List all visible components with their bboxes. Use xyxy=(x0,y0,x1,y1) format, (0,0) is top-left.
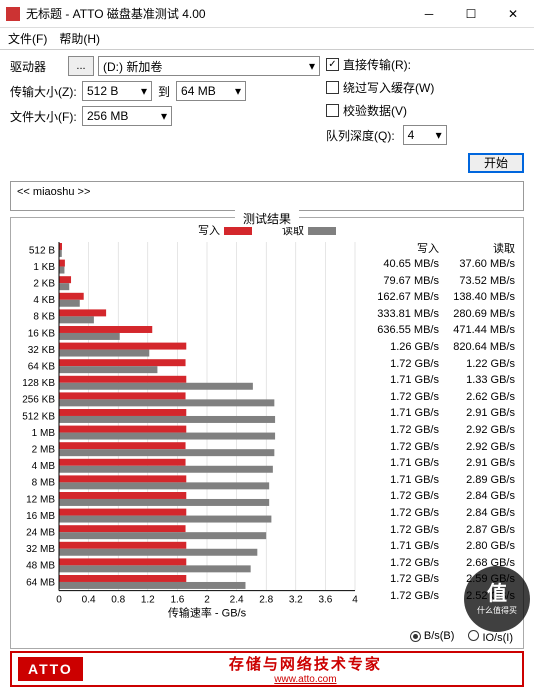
close-button[interactable]: ✕ xyxy=(492,0,534,28)
xfer-from-select[interactable]: 512 B▾ xyxy=(82,81,152,101)
window-title: 无标题 - ATTO 磁盘基准测试 4.00 xyxy=(26,5,408,22)
footer-url[interactable]: www.atto.com xyxy=(89,674,522,685)
minimize-button[interactable]: ─ xyxy=(408,0,450,28)
footer-banner: ATTO 存储与网络技术专家 www.atto.com xyxy=(10,651,524,687)
svg-text:512 KB: 512 KB xyxy=(22,411,55,422)
table-row: 1.72 GB/s1.22 GB/s xyxy=(369,356,521,373)
table-row: 1.72 GB/s2.92 GB/s xyxy=(369,439,521,456)
table-row: 1.71 GB/s2.89 GB/s xyxy=(369,472,521,489)
table-row: 1.72 GB/s2.62 GB/s xyxy=(369,389,521,406)
to-label: 到 xyxy=(158,83,170,100)
table-row: 162.67 MB/s138.40 MB/s xyxy=(369,289,521,306)
svg-text:8 KB: 8 KB xyxy=(33,312,55,323)
svg-text:3.2: 3.2 xyxy=(289,595,303,606)
table-row: 1.72 GB/s2.84 GB/s xyxy=(369,505,521,522)
svg-text:48 MB: 48 MB xyxy=(26,561,55,572)
drive-label: 驱动器 xyxy=(10,58,68,75)
svg-text:32 MB: 32 MB xyxy=(26,544,55,555)
unit-bs-radio[interactable]: B/s(B) xyxy=(410,630,455,644)
svg-text:16 MB: 16 MB xyxy=(26,511,55,522)
svg-text:3.6: 3.6 xyxy=(318,595,332,606)
menu-help[interactable]: 帮助(H) xyxy=(59,30,100,47)
description-input[interactable]: << miaoshu >> xyxy=(10,181,524,211)
menubar: 文件(F) 帮助(H) xyxy=(0,28,534,50)
col-read: 读取 xyxy=(445,240,521,256)
svg-text:4 KB: 4 KB xyxy=(33,295,55,306)
footer-tagline: 存储与网络技术专家 xyxy=(89,653,522,674)
browse-button[interactable]: ... xyxy=(68,56,94,76)
svg-text:0.8: 0.8 xyxy=(111,595,125,606)
svg-text:2.4: 2.4 xyxy=(230,595,244,606)
svg-text:1 MB: 1 MB xyxy=(32,428,56,439)
svg-text:4: 4 xyxy=(352,595,358,606)
chart-area: 0 0.4 0.8 1.2 1.6 2 2.4 2.8 3.2 3.6 4 512 B 1 KB 2 KB… xyxy=(13,240,369,626)
table-row: 1.71 GB/s1.33 GB/s xyxy=(369,372,521,389)
table-row: 1.71 GB/s2.91 GB/s xyxy=(369,455,521,472)
svg-text:0.4: 0.4 xyxy=(82,595,96,606)
svg-text:12 MB: 12 MB xyxy=(26,494,55,505)
svg-text:2.8: 2.8 xyxy=(259,595,273,606)
svg-text:8 MB: 8 MB xyxy=(32,478,56,489)
svg-text:1 KB: 1 KB xyxy=(33,262,55,273)
svg-text:256 KB: 256 KB xyxy=(22,395,55,406)
table-row: 1.71 GB/s2.80 GB/s xyxy=(369,538,521,555)
bypass-cache-checkbox[interactable]: 绕过写入缓存(W) xyxy=(326,79,524,96)
atto-logo: ATTO xyxy=(18,657,83,681)
xfer-label: 传输大小(Z): xyxy=(10,83,82,100)
table-row: 1.71 GB/s2.91 GB/s xyxy=(369,405,521,422)
queue-label: 队列深度(Q): xyxy=(326,127,395,144)
svg-text:512 B: 512 B xyxy=(29,245,55,256)
svg-text:128 KB: 128 KB xyxy=(22,378,55,389)
xfer-to-select[interactable]: 64 MB▾ xyxy=(176,81,246,101)
table-row: 40.65 MB/s37.60 MB/s xyxy=(369,256,521,273)
svg-text:64 MB: 64 MB xyxy=(26,577,55,588)
smzdm-watermark: 值 什么值得买 xyxy=(464,566,530,632)
titlebar: 无标题 - ATTO 磁盘基准测试 4.00 ─ ☐ ✕ xyxy=(0,0,534,28)
svg-text:16 KB: 16 KB xyxy=(28,328,56,339)
chevron-down-icon: ▾ xyxy=(141,84,147,98)
table-row: 1.72 GB/s2.92 GB/s xyxy=(369,422,521,439)
file-label: 文件大小(F): xyxy=(10,108,82,125)
queue-depth-select[interactable]: 4▾ xyxy=(403,125,447,145)
chevron-down-icon: ▾ xyxy=(161,109,167,123)
svg-text:1.6: 1.6 xyxy=(170,595,184,606)
table-row: 1.72 GB/s2.84 GB/s xyxy=(369,488,521,505)
svg-text:64 KB: 64 KB xyxy=(28,361,56,372)
svg-text:24 MB: 24 MB xyxy=(26,527,55,538)
file-size-select[interactable]: 256 MB▾ xyxy=(82,106,172,126)
chevron-down-icon: ▾ xyxy=(309,59,315,73)
verify-checkbox[interactable]: 校验数据(V) xyxy=(326,102,524,119)
svg-text:2 MB: 2 MB xyxy=(32,444,56,455)
svg-text:1.2: 1.2 xyxy=(141,595,155,606)
drive-select[interactable]: (D:) 新加卷▾ xyxy=(98,56,320,76)
app-icon xyxy=(6,7,20,21)
chevron-down-icon: ▾ xyxy=(436,128,442,142)
results-caption: 测试结果 xyxy=(235,210,299,227)
table-row: 333.81 MB/s280.69 MB/s xyxy=(369,306,521,323)
svg-text:32 KB: 32 KB xyxy=(28,345,56,356)
start-button[interactable]: 开始 xyxy=(468,153,524,173)
table-row: 1.72 GB/s2.87 GB/s xyxy=(369,522,521,539)
results-panel: 测试结果 写入 读取 00.40.81.21.622.42.83.23.6451… xyxy=(10,217,524,649)
maximize-button[interactable]: ☐ xyxy=(450,0,492,28)
menu-file[interactable]: 文件(F) xyxy=(8,30,47,47)
svg-text:传输速率 - GB/s: 传输速率 - GB/s xyxy=(168,606,247,620)
table-row: 79.67 MB/s73.52 MB/s xyxy=(369,273,521,290)
table-row: 1.26 GB/s820.64 MB/s xyxy=(369,339,521,356)
svg-text:0: 0 xyxy=(56,595,62,606)
table-row: 636.55 MB/s471.44 MB/s xyxy=(369,322,521,339)
svg-text:2: 2 xyxy=(204,595,210,606)
svg-text:4 MB: 4 MB xyxy=(32,461,56,472)
direct-io-checkbox[interactable]: ✓直接传输(R): xyxy=(326,56,524,73)
chevron-down-icon: ▾ xyxy=(235,84,241,98)
unit-ios-radio[interactable]: IO/s(I) xyxy=(468,630,513,644)
col-write: 写入 xyxy=(369,240,445,256)
svg-text:2 KB: 2 KB xyxy=(33,278,55,289)
